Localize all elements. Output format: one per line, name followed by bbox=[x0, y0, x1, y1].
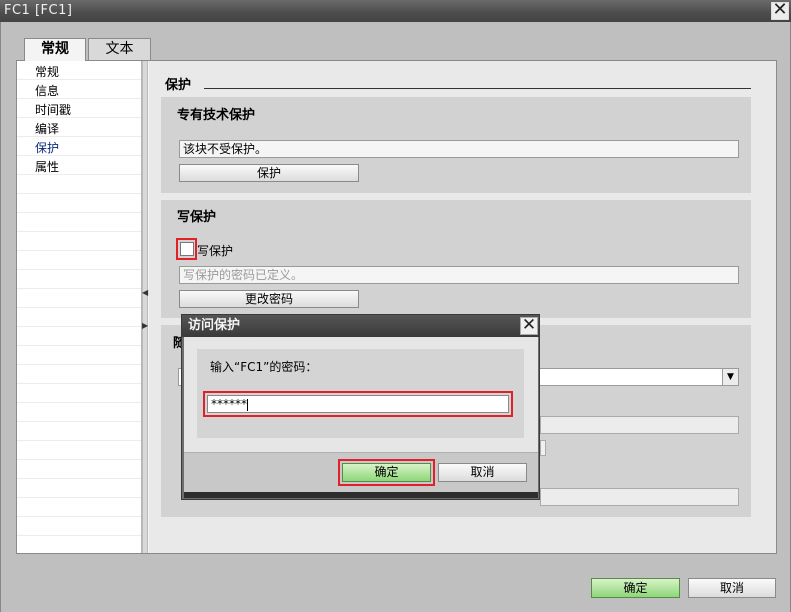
window-close-icon[interactable]: ✕ bbox=[771, 1, 789, 20]
nav-item-attributes[interactable]: 属性 bbox=[35, 158, 59, 176]
section-divider bbox=[204, 88, 751, 89]
write-protect-title: 写保护 bbox=[177, 210, 217, 225]
third-group-field-1 bbox=[540, 416, 739, 434]
nav-item-timestamp[interactable]: 时间戳 bbox=[35, 101, 71, 119]
third-group-field-2 bbox=[540, 440, 546, 456]
dropdown-chevron-icon[interactable]: ▼ bbox=[722, 369, 738, 385]
cancel-button[interactable]: 取消 bbox=[688, 578, 776, 598]
password-prompt: 输入“FC1”的密码： bbox=[210, 360, 318, 374]
nav-item-compile[interactable]: 编译 bbox=[35, 120, 59, 138]
text-caret bbox=[247, 398, 248, 411]
tab-general[interactable]: 常规 bbox=[24, 38, 86, 61]
password-input[interactable]: ****** bbox=[207, 395, 509, 413]
dialog-close-icon[interactable]: ✕ bbox=[520, 317, 538, 335]
third-group-field-3 bbox=[540, 488, 739, 506]
nav-item-info[interactable]: 信息 bbox=[35, 82, 59, 100]
section-title: 保护 bbox=[165, 78, 192, 93]
change-password-button[interactable]: 更改密码 bbox=[179, 290, 359, 308]
expand-right-icon[interactable]: ▶ bbox=[142, 319, 148, 333]
write-protect-status-field: 写保护的密码已定义。 bbox=[179, 266, 739, 284]
nav-item-general[interactable]: 常规 bbox=[35, 63, 59, 81]
dialog-bottom-strip bbox=[184, 492, 538, 498]
tab-text[interactable]: 文本 bbox=[88, 38, 151, 60]
dialog-cancel-button[interactable]: 取消 bbox=[438, 463, 527, 482]
protect-button[interactable]: 保护 bbox=[179, 164, 359, 182]
ok-button[interactable]: 确定 bbox=[591, 578, 680, 598]
window-title-bar: FC1 [FC1] bbox=[0, 0, 791, 22]
know-how-status-field: 该块不受保护。 bbox=[179, 140, 739, 158]
splitter[interactable] bbox=[142, 61, 148, 553]
dialog-ok-button[interactable]: 确定 bbox=[342, 463, 431, 482]
collapse-left-icon[interactable]: ◀ bbox=[142, 286, 148, 300]
write-protect-label: 写保护 bbox=[197, 244, 234, 258]
window-title: FC1 [FC1] bbox=[4, 3, 73, 18]
know-how-title: 专有技术保护 bbox=[177, 108, 256, 123]
nav-item-protection[interactable]: 保护 bbox=[35, 139, 59, 157]
password-value: ****** bbox=[211, 397, 247, 411]
dialog-title: 访问保护 bbox=[182, 315, 539, 337]
write-protect-checkbox[interactable] bbox=[180, 242, 194, 256]
